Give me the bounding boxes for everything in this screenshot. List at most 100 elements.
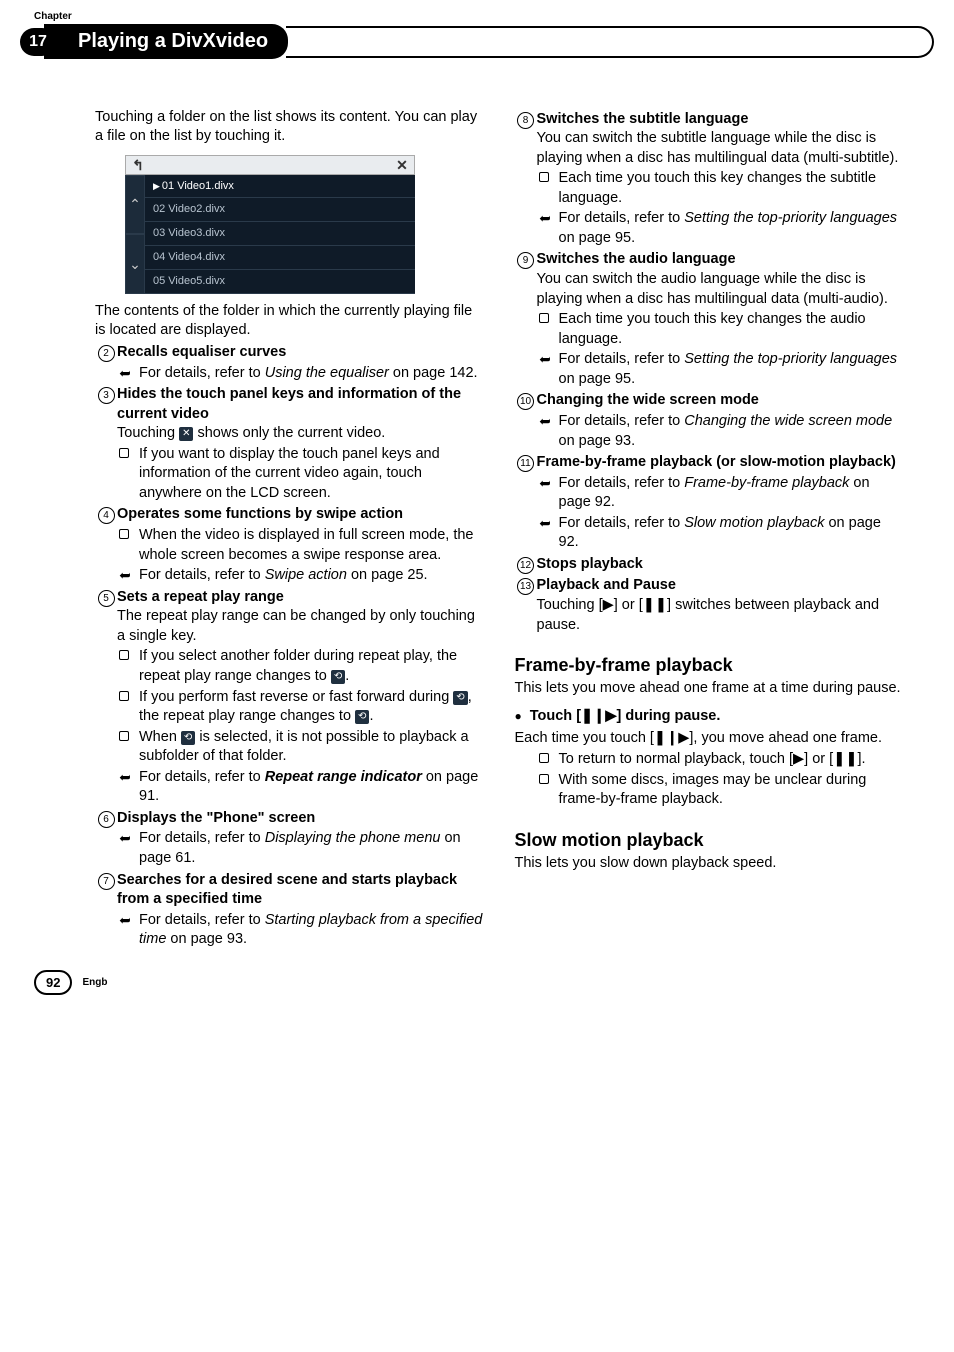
item-title: Operates some functions by swipe action [117,506,403,522]
xref: For details, refer to Changing the wide … [537,412,905,451]
xref-icon [537,474,559,513]
file-row[interactable]: 02 Video2.divx [145,198,415,222]
file-row[interactable]: 05 Video5.divx [145,270,415,294]
left-column: Touching a folder on the list shows its … [95,108,485,950]
file-row[interactable]: 04 Video4.divx [145,246,415,270]
item-title: Switches the audio language [537,251,736,267]
item-title: Changing the wide screen mode [537,392,759,408]
item-title: Displays the "Phone" screen [117,810,315,826]
item-number: 9 [515,250,537,389]
file-label: 05 Video5.divx [153,275,225,287]
item-title: Hides the touch panel keys and informati… [117,386,461,422]
square-bullet-icon [117,688,139,727]
repeat-disc-icon: ⟲ [331,670,345,684]
title-row: 17 Playing a DivXvideo [0,26,954,58]
item-11: 11 Frame-by-frame playback (or slow-moti… [515,453,905,553]
repeat-file-icon: ⟲ [453,691,467,705]
note: If you want to display the touch panel k… [117,445,485,504]
item-number: 7 [95,871,117,950]
note: When the video is displayed in full scre… [117,526,485,565]
square-bullet-icon [537,750,559,770]
file-label: 01 Video1.divx [162,180,234,192]
section-heading-frame: Frame-by-frame playback [515,653,905,677]
note: When ⟲ is selected, it is not possible t… [117,728,485,767]
item-desc: The repeat play range can be changed by … [117,607,485,646]
item-number: 4 [95,505,117,585]
scroll-arrows: ⌃ ⌄ [125,175,145,294]
file-row[interactable]: 03 Video3.divx [145,222,415,246]
xref-icon [117,911,139,950]
note: With some discs, images may be unclear d… [537,771,905,810]
item-number: 10 [515,391,537,451]
xref-icon [117,566,139,586]
xref-icon [117,768,139,807]
note: Each time you touch this key changes the… [537,169,905,208]
item-number: 3 [95,385,117,503]
item-number: 6 [95,809,117,869]
xref-icon [117,364,139,384]
note: To return to normal playback, touch [▶] … [537,750,905,770]
file-label: 03 Video3.divx [153,227,225,239]
square-bullet-icon [537,310,559,349]
file-row[interactable]: ▶01 Video1.divx [145,175,415,199]
repeat-folder-icon: ⟲ [181,731,195,745]
item-title: Stops playback [537,556,643,572]
item-number: 2 [95,343,117,383]
page-title: Playing a DivXvideo [44,24,288,59]
item-title: Playback and Pause [537,577,676,593]
intro-text: Touching a folder on the list shows its … [95,108,485,147]
note: If you perform fast reverse or fast forw… [117,688,485,727]
xref-icon [537,209,559,248]
xref-icon [117,829,139,868]
file-list-body: ⌃ ⌄ ▶01 Video1.divx 02 Video2.divx 03 Vi… [125,175,415,294]
right-column: 8 Switches the subtitle language You can… [515,108,905,950]
item-number: 11 [515,453,537,553]
item-6: 6 Displays the "Phone" screen For detail… [95,809,485,869]
xref: For details, refer to Swipe action on pa… [117,566,485,586]
note: Each time you touch this key changes the… [537,310,905,349]
xref: For details, refer to Repeat range indic… [117,768,485,807]
after-ui-text: The contents of the folder in which the … [95,302,485,341]
xref-icon [537,350,559,389]
item-title: Switches the subtitle language [537,111,749,127]
xref: For details, refer to Using the equalise… [117,364,485,384]
item-title: Frame-by-frame playback (or slow-motion … [537,454,896,470]
item-10: 10 Changing the wide screen mode For det… [515,391,905,451]
file-label: 04 Video4.divx [153,251,225,263]
square-bullet-icon [117,647,139,686]
item-number: 5 [95,588,117,807]
page-number: 92 [34,970,72,996]
scroll-up-icon[interactable]: ⌃ [125,175,145,235]
chapter-label: Chapter [0,0,954,24]
file-label: 02 Video2.divx [153,203,225,215]
item-13: 13 Playback and Pause Touching [▶] or [❚… [515,576,905,635]
square-bullet-icon [117,445,139,504]
fbf-intro: This lets you move ahead one frame at a … [515,679,905,699]
file-list-ui: ↰ ✕ ⌃ ⌄ ▶01 Video1.divx 02 Video2.divx 0… [125,155,415,294]
file-rows: ▶01 Video1.divx 02 Video2.divx 03 Video3… [145,175,415,294]
xref: For details, refer to Frame-by-frame pla… [537,474,905,513]
close-icon[interactable]: ✕ [390,156,414,174]
fbf-step: Touch [❚❙▶] during pause. [515,707,905,727]
item-desc: Touching [▶] or [❚❚] switches between pl… [537,596,905,635]
xref-icon [537,514,559,553]
play-icon: ▶ [153,180,160,192]
item-title: Recalls equaliser curves [117,344,286,360]
chapter-number-badge: 17 [20,28,56,56]
back-icon[interactable]: ↰ [126,156,150,174]
item-number: 12 [515,555,537,575]
scroll-down-icon[interactable]: ⌄ [125,234,145,294]
item-number: 13 [515,576,537,635]
xref: For details, refer to Slow motion playba… [537,514,905,553]
square-bullet-icon [117,526,139,565]
item-2: 2 Recalls equaliser curves For details, … [95,343,485,383]
item-4: 4 Operates some functions by swipe actio… [95,505,485,585]
fbf-after: Each time you touch [❚❙▶], you move ahea… [515,729,905,749]
file-list-header: ↰ ✕ [125,155,415,175]
x-icon: ✕ [179,427,193,441]
xref: For details, refer to Displaying the pho… [117,829,485,868]
item-12: 12 Stops playback [515,555,905,575]
title-decor [286,26,934,58]
item-title: Sets a repeat play range [117,589,284,605]
item-title: Searches for a desired scene and starts … [117,872,457,908]
